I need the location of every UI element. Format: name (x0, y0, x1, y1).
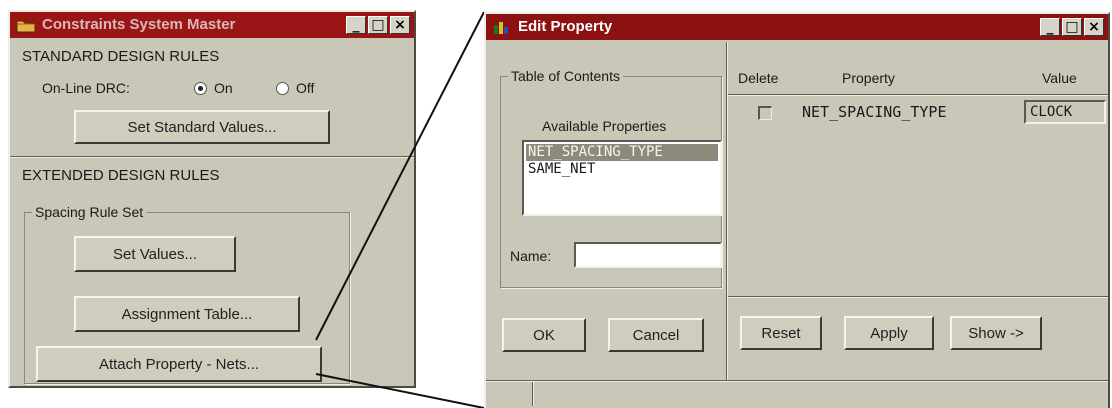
property-cell: NET_SPACING_TYPE (802, 103, 947, 121)
status-divider (486, 380, 1108, 382)
value-cell: CLOCK (1030, 104, 1073, 120)
minimize-button[interactable]: _ (1040, 18, 1060, 36)
table-of-contents-label: Table of Contents (508, 68, 623, 84)
show-button[interactable]: Show -> (950, 316, 1042, 350)
ok-button[interactable]: OK (502, 318, 586, 352)
close-button[interactable]: × (1084, 18, 1104, 36)
pane-divider (726, 42, 728, 382)
value-column-header: Value (1042, 70, 1077, 86)
maximize-button[interactable]: □ (1062, 18, 1082, 36)
available-properties-label: Available Properties (542, 118, 667, 134)
name-field[interactable] (574, 242, 722, 268)
window-title: Edit Property (518, 18, 613, 35)
list-item[interactable]: SAME_NET (526, 161, 718, 178)
title-bar[interactable]: Edit Property _ □ × (486, 14, 1108, 40)
reset-button[interactable]: Reset (740, 316, 822, 350)
edit-property-window: Edit Property _ □ × Table of Contents Av… (484, 12, 1110, 408)
value-field[interactable]: CLOCK (1024, 100, 1106, 124)
apply-button[interactable]: Apply (844, 316, 934, 350)
name-label: Name: (510, 248, 552, 264)
table-header-divider (728, 94, 1108, 96)
cancel-button[interactable]: Cancel (608, 318, 704, 352)
property-icon (494, 22, 508, 34)
table-row: NET_SPACING_TYPE CLOCK (728, 98, 1106, 126)
list-item[interactable]: NET_SPACING_TYPE (526, 144, 718, 161)
delete-checkbox[interactable] (758, 106, 772, 120)
table-bottom-divider (728, 296, 1108, 298)
status-separator (532, 382, 534, 406)
property-column-header: Property (842, 70, 895, 86)
available-properties-list[interactable]: NET_SPACING_TYPE SAME_NET (522, 140, 722, 216)
delete-column-header: Delete (738, 70, 779, 86)
